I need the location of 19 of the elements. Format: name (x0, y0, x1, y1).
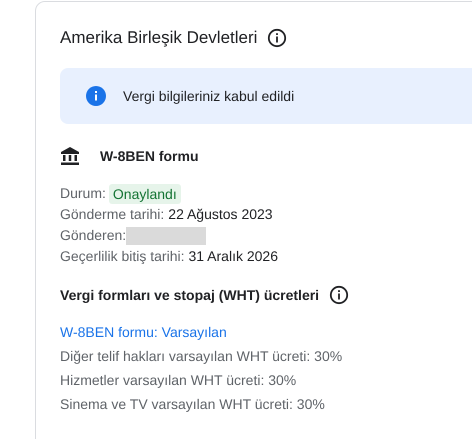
info-icon[interactable] (267, 28, 288, 48)
detail-label: Geçerlilik bitiş tarihi: (60, 247, 184, 266)
rate-text: Hizmetler varsayılan WHT ücreti: 30% (60, 371, 298, 390)
detail-label: Durum: (60, 184, 106, 203)
detail-label: Gönderme tarihi: (60, 205, 164, 224)
form-name: W-8BEN formu (100, 146, 198, 166)
form-link[interactable]: W-8BEN formu: Varsayılan (60, 320, 472, 344)
banner-text: Vergi bilgileriniz kabul edildi (123, 86, 294, 106)
section-title: Amerika Birleşik Devletleri (60, 27, 258, 50)
info-icon (86, 86, 106, 106)
info-icon[interactable] (329, 285, 350, 305)
rate-text: Diğer telif hakları varsayılan WHT ücreti: 30% (60, 347, 344, 366)
detail-label: Gönderen: (60, 226, 126, 245)
detail-value: 22 Ağustos 2023 (168, 205, 273, 224)
status-badge: Onaylandı (108, 184, 181, 204)
detail-value: 31 Aralık 2026 (188, 247, 278, 266)
bank-icon (60, 146, 80, 166)
rate-text: Sinema ve TV varsayılan WHT ücreti: 30% (60, 395, 326, 414)
rates-heading: Vergi formları ve stopaj (WHT) ücretleri (60, 286, 320, 305)
